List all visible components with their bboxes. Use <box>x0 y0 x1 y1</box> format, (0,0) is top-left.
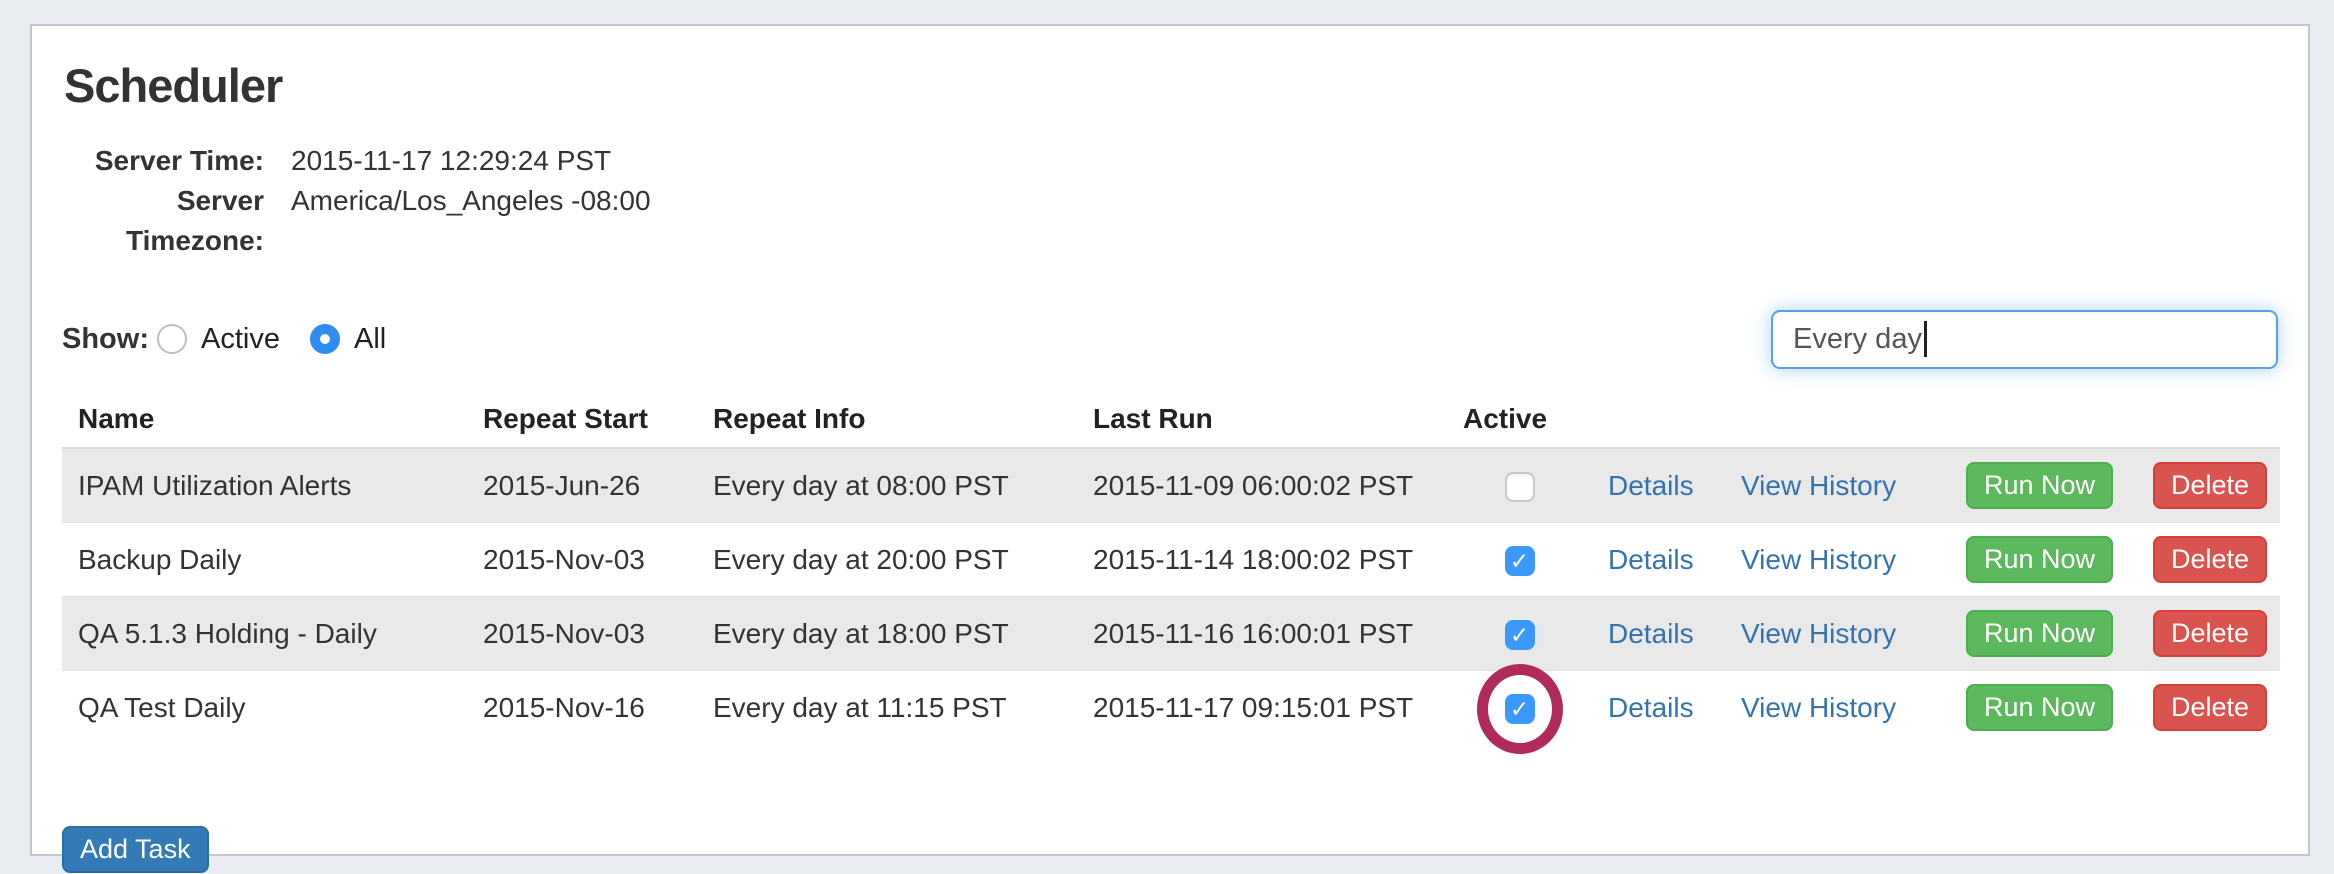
delete-button[interactable]: Delete <box>2153 536 2267 583</box>
run-now-button[interactable]: Run Now <box>1966 684 2113 731</box>
cell-name: IPAM Utilization Alerts <box>62 448 467 523</box>
page-title: Scheduler <box>64 58 2278 113</box>
cell-repeat-start: 2015-Nov-03 <box>467 523 697 597</box>
delete-button[interactable]: Delete <box>2153 684 2267 731</box>
run-now-button[interactable]: Run Now <box>1966 610 2113 657</box>
table-row: QA Test Daily 2015-Nov-16 Every day at 1… <box>62 671 2280 745</box>
col-header-view-history <box>1725 393 1950 448</box>
cell-last-run: 2015-11-09 06:00:02 PST <box>1077 448 1447 523</box>
cell-view-history: View History <box>1725 523 1950 597</box>
details-link[interactable]: Details <box>1608 692 1694 723</box>
cell-details: Details <box>1592 448 1725 523</box>
add-task-button[interactable]: Add Task <box>62 826 209 873</box>
filter-and-search-bar: Show: Active All Every day <box>62 309 2278 369</box>
cell-view-history: View History <box>1725 448 1950 523</box>
cell-details: Details <box>1592 523 1725 597</box>
server-time-label: Server Time: <box>62 141 264 181</box>
cell-repeat-start: 2015-Jun-26 <box>467 448 697 523</box>
cell-view-history: View History <box>1725 671 1950 745</box>
cell-name: Backup Daily <box>62 523 467 597</box>
cell-details: Details <box>1592 671 1725 745</box>
col-header-last-run: Last Run <box>1077 393 1447 448</box>
col-header-run-now <box>1950 393 2137 448</box>
view-history-link[interactable]: View History <box>1741 470 1896 501</box>
run-now-button[interactable]: Run Now <box>1966 536 2113 583</box>
view-history-link[interactable]: View History <box>1741 692 1896 723</box>
cell-active: ✓ <box>1447 523 1592 597</box>
cell-run-now: Run Now <box>1950 448 2137 523</box>
radio-active[interactable] <box>157 324 187 354</box>
active-checkbox-wrap: ✓ <box>1505 620 1535 650</box>
cell-name: QA Test Daily <box>62 671 467 745</box>
active-checkbox[interactable]: ✓ <box>1505 546 1535 576</box>
active-checkbox-wrap: ✓ <box>1505 694 1535 724</box>
cell-delete: Delete <box>2137 523 2280 597</box>
checkmark-icon: ✓ <box>1510 624 1529 647</box>
server-timezone-value: America/Los_Angeles -08:00 <box>291 181 651 261</box>
active-checkbox-wrap: ✓ <box>1505 546 1535 576</box>
server-time-value: 2015-11-17 12:29:24 PST <box>291 141 611 181</box>
details-link[interactable]: Details <box>1608 618 1694 649</box>
server-timezone-row: Server Timezone: America/Los_Angeles -08… <box>62 181 2278 261</box>
cell-delete: Delete <box>2137 448 2280 523</box>
table-row: IPAM Utilization Alerts 2015-Jun-26 Ever… <box>62 448 2280 523</box>
cell-view-history: View History <box>1725 597 1950 671</box>
view-history-link[interactable]: View History <box>1741 618 1896 649</box>
details-link[interactable]: Details <box>1608 544 1694 575</box>
delete-button[interactable]: Delete <box>2153 462 2267 509</box>
col-header-active: Active <box>1447 393 1592 448</box>
active-checkbox[interactable]: ✓ <box>1505 472 1535 502</box>
cell-details: Details <box>1592 597 1725 671</box>
cell-run-now: Run Now <box>1950 671 2137 745</box>
cell-run-now: Run Now <box>1950 523 2137 597</box>
details-link[interactable]: Details <box>1608 470 1694 501</box>
cell-delete: Delete <box>2137 671 2280 745</box>
run-now-button[interactable]: Run Now <box>1966 462 2113 509</box>
col-header-details <box>1592 393 1725 448</box>
table-row: Backup Daily 2015-Nov-03 Every day at 20… <box>62 523 2280 597</box>
cell-name: QA 5.1.3 Holding - Daily <box>62 597 467 671</box>
scheduler-table: Name Repeat Start Repeat Info Last Run A… <box>62 393 2280 744</box>
checkmark-icon: ✓ <box>1510 698 1529 721</box>
cell-delete: Delete <box>2137 597 2280 671</box>
search-input[interactable]: Every day <box>1771 310 2278 369</box>
server-time-row: Server Time: 2015-11-17 12:29:24 PST <box>62 141 2278 181</box>
col-header-delete <box>2137 393 2280 448</box>
add-task-row: Add Task <box>62 826 2278 873</box>
show-filter-label: Show: <box>62 323 149 356</box>
active-checkbox[interactable]: ✓ <box>1505 620 1535 650</box>
active-checkbox-wrap: ✓ <box>1505 472 1535 502</box>
cell-active: ✓ <box>1447 448 1592 523</box>
search-input-value: Every day <box>1793 323 1922 356</box>
scheduler-table-body: IPAM Utilization Alerts 2015-Jun-26 Ever… <box>62 448 2280 744</box>
cell-repeat-info: Every day at 11:15 PST <box>697 671 1077 745</box>
cell-last-run: 2015-11-17 09:15:01 PST <box>1077 671 1447 745</box>
active-checkbox[interactable]: ✓ <box>1505 694 1535 724</box>
cell-run-now: Run Now <box>1950 597 2137 671</box>
cell-repeat-start: 2015-Nov-16 <box>467 671 697 745</box>
cell-repeat-info: Every day at 20:00 PST <box>697 523 1077 597</box>
cell-active: ✓ <box>1447 671 1592 745</box>
cell-repeat-info: Every day at 18:00 PST <box>697 597 1077 671</box>
cell-repeat-info: Every day at 08:00 PST <box>697 448 1077 523</box>
scheduler-panel: Scheduler Server Time: 2015-11-17 12:29:… <box>30 24 2310 856</box>
delete-button[interactable]: Delete <box>2153 610 2267 657</box>
col-header-repeat-start: Repeat Start <box>467 393 697 448</box>
radio-active-label[interactable]: Active <box>201 323 280 356</box>
cell-last-run: 2015-11-14 18:00:02 PST <box>1077 523 1447 597</box>
col-header-name: Name <box>62 393 467 448</box>
col-header-repeat-info: Repeat Info <box>697 393 1077 448</box>
checkmark-icon: ✓ <box>1510 550 1529 573</box>
cell-repeat-start: 2015-Nov-03 <box>467 597 697 671</box>
server-timezone-label: Server Timezone: <box>62 181 264 261</box>
view-history-link[interactable]: View History <box>1741 544 1896 575</box>
radio-all-label[interactable]: All <box>354 323 386 356</box>
cell-active: ✓ <box>1447 597 1592 671</box>
table-header-row: Name Repeat Start Repeat Info Last Run A… <box>62 393 2280 448</box>
show-filter-group: Show: Active All <box>62 323 386 356</box>
radio-all[interactable] <box>310 324 340 354</box>
cell-last-run: 2015-11-16 16:00:01 PST <box>1077 597 1447 671</box>
table-row: QA 5.1.3 Holding - Daily 2015-Nov-03 Eve… <box>62 597 2280 671</box>
text-cursor <box>1924 321 1927 357</box>
